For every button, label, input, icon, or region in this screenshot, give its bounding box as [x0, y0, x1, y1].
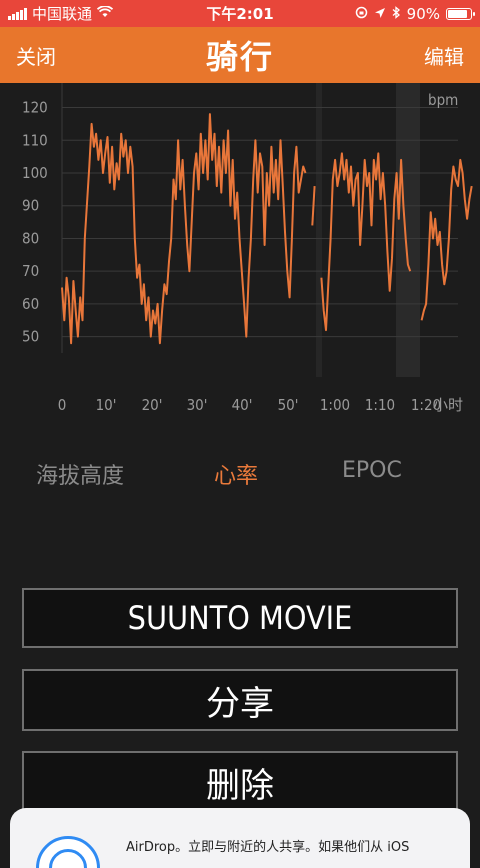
location-icon [374, 5, 386, 23]
x-tick-label: 1:00 [320, 396, 350, 414]
x-tick-label: 20' [142, 396, 163, 414]
tab-heart-rate[interactable]: 心率 [214, 458, 258, 490]
orientation-lock-icon [355, 5, 368, 23]
metric-tabs: 海拔高度 心率 EPOC [0, 458, 480, 498]
page-title: 骑行 [205, 38, 274, 76]
share-button[interactable]: 分享 [22, 669, 458, 731]
wifi-icon [96, 4, 114, 22]
y-unit-label: bpm [428, 91, 458, 109]
status-left: 中国联通 [8, 3, 355, 24]
edit-button[interactable]: 编辑 [424, 41, 464, 70]
chart-band [316, 83, 322, 377]
chart-band [396, 83, 420, 377]
battery-percent: 90% [406, 4, 440, 23]
delete-button[interactable]: 删除 [22, 751, 458, 813]
x-tick-label: 0 [58, 396, 67, 414]
y-tick-label: 90 [22, 197, 39, 215]
status-right: 90% [355, 4, 475, 23]
heart-rate-line [311, 186, 316, 226]
y-tick-label: 100 [22, 164, 48, 182]
heart-rate-line [420, 158, 473, 321]
airdrop-description: AirDrop。立即与附近的人共享。如果他们从 iOS [126, 840, 410, 855]
x-tick-label: 50' [278, 396, 299, 414]
x-tick-label: 10' [96, 396, 117, 414]
nav-bar: 关闭 骑行 编辑 [0, 27, 480, 83]
battery-icon [446, 7, 475, 20]
chart-canvas: 120 110 100 90 80 70 60 50 bpm 0 10' 20' 30' 40' 50' 1:… [22, 83, 473, 414]
x-tick-label: 30' [187, 396, 208, 414]
close-button[interactable]: 关闭 [16, 41, 56, 70]
y-tick-label: 110 [22, 131, 48, 149]
battery-level [448, 9, 467, 18]
x-tick-label: 1:10 [365, 396, 395, 414]
x-tick-label: 小时 [433, 396, 463, 414]
airdrop-icon[interactable] [36, 836, 100, 868]
carrier-label: 中国联通 [32, 5, 93, 23]
tab-epoc[interactable]: EPOC [342, 458, 402, 483]
status-bar: 中国联通 下午2:01 90% [0, 0, 480, 27]
y-tick-label: 120 [22, 99, 48, 117]
y-tick-label: 80 [22, 229, 39, 247]
heart-rate-chart[interactable]: 120 110 100 90 80 70 60 50 bpm 0 10' 20' 30' 40' 50' 1:… [0, 83, 480, 423]
heart-rate-line [61, 113, 307, 345]
suunto-movie-button[interactable]: SUUNTO MOVIE [22, 588, 458, 648]
signal-icon [8, 7, 27, 20]
y-tick-label: 60 [22, 295, 39, 313]
y-tick-label: 70 [22, 262, 39, 280]
x-tick-label: 40' [232, 396, 253, 414]
y-tick-label: 50 [22, 328, 39, 346]
share-sheet: AirDrop。立即与附近的人共享。如果他们从 iOS [10, 808, 470, 868]
tab-altitude[interactable]: 海拔高度 [36, 458, 124, 490]
bluetooth-icon [392, 5, 401, 23]
